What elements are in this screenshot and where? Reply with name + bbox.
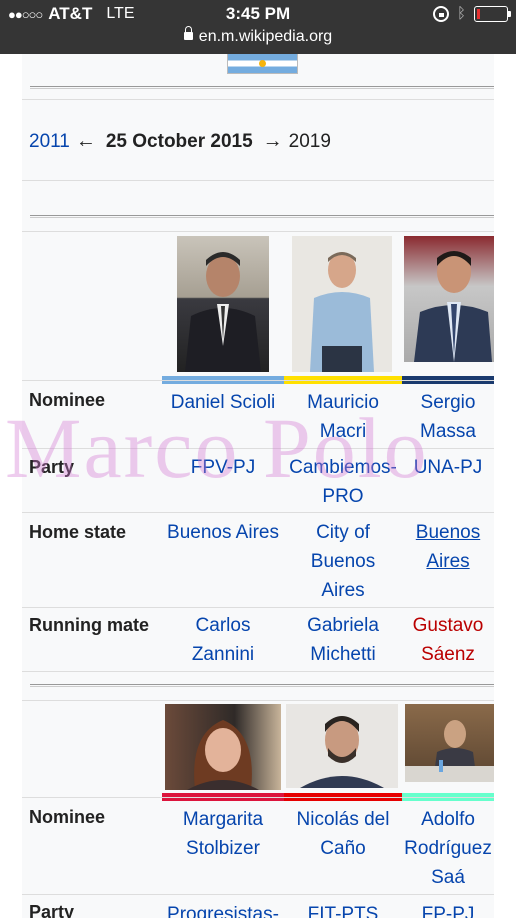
home-state-macri[interactable]: City of Buenos Aires	[292, 518, 394, 605]
row-separator	[22, 607, 494, 608]
row-separator	[22, 894, 494, 895]
nominee-rodriguez-saa[interactable]: Adolfo Rodríguez Saá	[402, 805, 494, 892]
running-mate-scioli[interactable]: Carlos Zannini	[177, 611, 269, 669]
row-separator	[22, 700, 494, 701]
nominee-massa[interactable]: Sergio Massa	[402, 388, 494, 446]
election-navigation: 2011 ← 25 October 2015 → 2019	[29, 130, 331, 153]
status-bar: ●●○○○ AT&T LTE 3:45 PM ᛒ en.m.wikipedia.…	[0, 0, 516, 54]
party-rodriguez-saa[interactable]: FP-PJ	[402, 900, 494, 918]
candidate-photo-rodriguez-saa[interactable]	[405, 704, 494, 782]
padlock-icon	[183, 26, 193, 40]
row-separator	[22, 231, 494, 232]
right-arrow-icon: →	[262, 130, 283, 152]
home-state-massa[interactable]: Buenos Aires	[402, 518, 494, 576]
party-stolbizer[interactable]: Progresistas-	[162, 900, 284, 918]
row-label-home-state: Home state	[29, 522, 127, 542]
nominee-stolbizer[interactable]: Margarita Stolbizer	[162, 805, 284, 863]
divider	[30, 215, 494, 218]
battery-icon	[474, 5, 511, 22]
next-election-link[interactable]: 2019	[289, 131, 331, 153]
previous-election-link[interactable]: 2011	[29, 131, 70, 153]
election-date: 25 October 2015	[105, 130, 253, 152]
bluetooth-icon: ᛒ	[456, 5, 466, 22]
infobox: 2011 ← 25 October 2015 → 2019 Nominee Da…	[22, 54, 494, 918]
row-separator	[22, 99, 494, 100]
status-icons: ᛒ	[432, 5, 511, 22]
nominee-del-cano[interactable]: Nicolás del Caño	[284, 805, 402, 863]
address-bar[interactable]: en.m.wikipedia.org	[0, 26, 516, 46]
running-mate-massa[interactable]: Gustavo Sáenz	[402, 611, 494, 669]
row-label-party: Party	[29, 457, 75, 477]
argentina-flag-image[interactable]	[227, 54, 298, 74]
row-separator	[22, 671, 494, 672]
url-text: en.m.wikipedia.org	[198, 28, 333, 45]
divider	[30, 86, 494, 89]
candidate-photo-stolbizer[interactable]	[165, 704, 281, 790]
candidate-photo-massa[interactable]	[404, 236, 494, 362]
row-label-party-2: Party	[29, 902, 75, 918]
row-label-running-mate: Running mate	[29, 615, 149, 635]
row-separator	[22, 180, 494, 181]
candidate-photo-macri[interactable]	[292, 236, 392, 372]
party-macri[interactable]: Cambiemos-PRO	[284, 453, 402, 511]
row-separator	[22, 448, 494, 449]
row-label-nominee-2: Nominee	[29, 807, 106, 827]
running-mate-macri[interactable]: Gabriela Michetti	[292, 611, 394, 669]
row-separator	[22, 512, 494, 513]
nominee-scioli[interactable]: Daniel Scioli	[162, 388, 284, 417]
party-del-cano[interactable]: FIT-PTS	[284, 900, 402, 918]
row-separator	[22, 380, 494, 381]
row-separator	[22, 797, 494, 798]
candidate-photo-del-cano[interactable]	[286, 704, 398, 788]
nominee-macri[interactable]: Mauricio Macri	[284, 388, 402, 446]
party-scioli[interactable]: FPV-PJ	[162, 453, 284, 482]
home-state-scioli[interactable]: Buenos Aires	[162, 518, 284, 547]
candidate-photo-scioli[interactable]	[177, 236, 269, 372]
rotation-lock-icon	[432, 5, 449, 22]
left-arrow-icon: ←	[75, 130, 96, 152]
party-massa[interactable]: UNA-PJ	[402, 453, 494, 482]
divider	[30, 684, 494, 687]
row-label-nominee: Nominee	[29, 390, 106, 410]
